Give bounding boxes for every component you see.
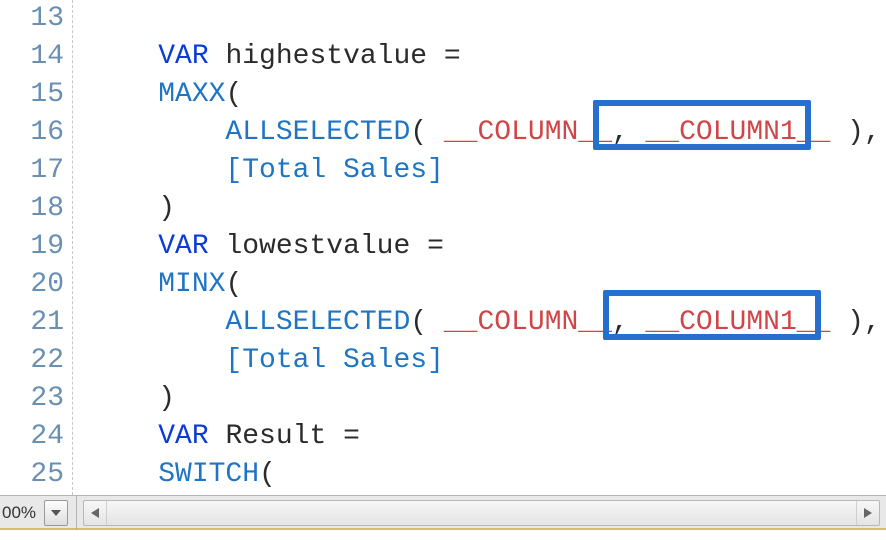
code-token — [91, 345, 225, 376]
line-number: 23 — [0, 380, 64, 418]
zoom-dropdown-button[interactable] — [44, 500, 68, 526]
code-token: highestvalue = — [209, 41, 461, 72]
line-number: 13 — [0, 0, 64, 38]
line-number: 21 — [0, 304, 64, 342]
code-token — [91, 79, 158, 110]
code-token: __COLUMN__ — [444, 307, 612, 338]
code-token: [Total Sales] — [225, 155, 443, 186]
code-line[interactable]: SWITCH( — [91, 456, 886, 494]
code-token — [91, 155, 225, 186]
code-line[interactable]: VAR Result = — [91, 418, 886, 456]
code-token: ( — [225, 79, 242, 110]
zoom-value: 00% — [0, 503, 42, 523]
code-token: ALLSELECTED — [225, 117, 410, 148]
code-line[interactable] — [91, 0, 886, 38]
code-token: lowestvalue = — [209, 231, 444, 262]
code-token: ( — [259, 459, 276, 490]
code-token: ) — [91, 193, 175, 224]
code-token: ( — [225, 269, 242, 300]
code-token — [91, 231, 158, 262]
line-number: 25 — [0, 456, 64, 494]
line-number: 22 — [0, 342, 64, 380]
code-line[interactable]: ) — [91, 190, 886, 228]
chevron-left-icon — [91, 508, 99, 518]
code-token — [91, 459, 158, 490]
scroll-left-arrow[interactable] — [84, 501, 107, 525]
line-number: 15 — [0, 76, 64, 114]
code-token — [91, 117, 225, 148]
code-token: __COLUMN__ — [444, 117, 612, 148]
code-token: , — [612, 117, 646, 148]
code-line[interactable]: VAR highestvalue = — [91, 38, 886, 76]
code-token: VAR — [158, 41, 208, 72]
code-token: VAR — [158, 421, 208, 452]
code-token: ), — [830, 117, 880, 148]
code-area[interactable]: VAR highestvalue = MAXX( ALLSELECTED( __… — [73, 0, 886, 495]
code-line[interactable]: ALLSELECTED( __COLUMN__, __COLUMN1__ ), — [91, 304, 886, 342]
chevron-down-icon — [51, 510, 61, 516]
code-token: ( — [410, 117, 444, 148]
line-number: 16 — [0, 114, 64, 152]
scroll-right-arrow[interactable] — [856, 501, 879, 525]
code-line[interactable]: VAR lowestvalue = — [91, 228, 886, 266]
code-line[interactable]: ALLSELECTED( __COLUMN__, __COLUMN1__ ), — [91, 114, 886, 152]
code-editor[interactable]: 13141516171819202122232425 VAR highestva… — [0, 0, 886, 495]
line-number: 24 — [0, 418, 64, 456]
line-number: 17 — [0, 152, 64, 190]
code-token: ) — [91, 383, 175, 414]
code-token — [91, 269, 158, 300]
line-number-gutter: 13141516171819202122232425 — [0, 0, 73, 495]
line-number: 18 — [0, 190, 64, 228]
code-token: ), — [830, 307, 880, 338]
code-token — [91, 307, 225, 338]
chevron-right-icon — [864, 508, 872, 518]
code-line[interactable]: [Total Sales] — [91, 152, 886, 190]
code-token — [91, 41, 158, 72]
zoom-control: 00% — [0, 496, 77, 530]
line-number: 14 — [0, 38, 64, 76]
code-token: __COLUMN1__ — [646, 307, 831, 338]
code-token: VAR — [158, 231, 208, 262]
code-line[interactable]: MAXX( — [91, 76, 886, 114]
line-number: 20 — [0, 266, 64, 304]
code-token: [Total Sales] — [225, 345, 443, 376]
line-number: 19 — [0, 228, 64, 266]
accent-stripe — [0, 528, 886, 530]
horizontal-scrollbar[interactable] — [83, 500, 880, 526]
code-token: MAXX — [158, 79, 225, 110]
code-token — [91, 421, 158, 452]
code-token: Result = — [209, 421, 360, 452]
code-token: __COLUMN1__ — [646, 117, 831, 148]
code-line[interactable]: [Total Sales] — [91, 342, 886, 380]
code-line[interactable]: ) — [91, 380, 886, 418]
code-token: , — [612, 307, 646, 338]
code-token: SWITCH — [158, 459, 259, 490]
status-bar: 00% — [0, 495, 886, 530]
code-line[interactable]: MINX( — [91, 266, 886, 304]
code-token: MINX — [158, 269, 225, 300]
code-token: ( — [410, 307, 444, 338]
code-token: ALLSELECTED — [225, 307, 410, 338]
